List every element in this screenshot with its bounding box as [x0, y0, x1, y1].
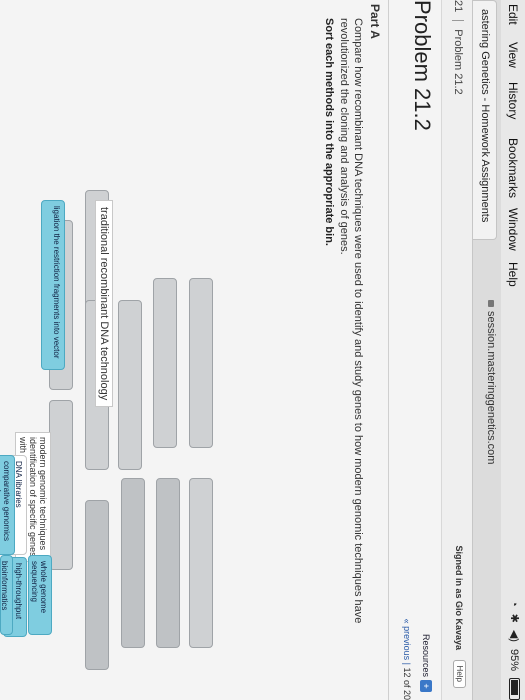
menu-bookmarks[interactable]: Bookmarks	[506, 138, 520, 198]
address-bar[interactable]: session.masteringgenetics.com	[485, 300, 497, 464]
breadcrumb-item[interactable]: Problem 21.2	[452, 29, 464, 94]
bin-traditional-item[interactable]: ligation the restriction fragments into …	[41, 200, 65, 370]
bin-right-item[interactable]: bioinformatics analysis	[0, 555, 13, 635]
previous-link[interactable]: « previous	[402, 619, 412, 661]
browser-tab[interactable]: astering Genetics - Homework Assignments	[473, 0, 497, 240]
drag-tile[interactable]	[156, 478, 180, 648]
instructions-text: Compare how recombinant DNA techniques w…	[338, 18, 364, 624]
drag-tile[interactable]	[189, 478, 213, 648]
page-header: 21 Problem 21.2 Signed in as Gio Kavaya H…	[441, 0, 472, 700]
menu-history[interactable]: History	[506, 82, 520, 119]
screen: Edit View History Bookmarks Window Help …	[0, 0, 525, 700]
page-title: Problem 21.2	[410, 0, 435, 131]
bin-modern-item[interactable]: comparative genomics approach	[0, 455, 15, 555]
bluetooth-icon[interactable]: ✱	[508, 614, 521, 623]
breadcrumb: 21 Problem 21.2	[451, 0, 464, 95]
resources-label: Resources	[421, 633, 431, 677]
help-button[interactable]: Help	[453, 659, 466, 688]
menu-bar: Edit View History Bookmarks Window Help …	[500, 0, 525, 700]
drag-tile[interactable]	[189, 278, 213, 448]
part-label: Part A	[368, 4, 382, 39]
bin-traditional-label: traditional recombinant DNA technology	[95, 200, 113, 408]
battery-percent: 95%	[508, 648, 521, 671]
url-text: session.masteringgenetics.com	[485, 311, 497, 465]
menu-view[interactable]: View	[506, 42, 520, 68]
resources-plus-icon: +	[420, 680, 432, 692]
drag-tile[interactable]	[118, 300, 142, 470]
drag-tile[interactable]	[85, 500, 109, 670]
pager-count: 12 of 20	[402, 667, 412, 700]
status-tray: ◔ ✱ ◀) 95%	[508, 600, 521, 700]
menu-window[interactable]: Window	[506, 208, 520, 251]
volume-icon[interactable]: ◀)	[508, 630, 521, 642]
pager: « previous | 12 of 20	[402, 619, 412, 700]
lock-icon	[487, 300, 494, 307]
signed-in-text: Signed in as Gio Kavaya	[454, 545, 464, 650]
wifi-icon[interactable]: ◔	[509, 600, 521, 607]
battery-icon[interactable]	[509, 678, 520, 700]
drag-tile[interactable]	[121, 478, 145, 648]
divider	[388, 0, 389, 700]
sort-instruction: Sort each methods into the appropriate b…	[323, 18, 335, 246]
breadcrumb-number[interactable]: 21	[452, 0, 464, 12]
browser-toolbar: astering Genetics - Homework Assignments…	[472, 0, 501, 700]
menu-edit[interactable]: Edit	[506, 4, 520, 25]
bin-right-item[interactable]: whole genome sequencing	[28, 555, 52, 635]
drag-tile[interactable]	[153, 278, 177, 448]
bin-modern-title: modern genomic techniques	[38, 437, 48, 551]
breadcrumb-separator	[451, 20, 464, 22]
drag-tile[interactable]	[49, 400, 73, 570]
resources-button[interactable]: Resources +	[420, 634, 432, 692]
menu-help[interactable]: Help	[506, 262, 520, 287]
